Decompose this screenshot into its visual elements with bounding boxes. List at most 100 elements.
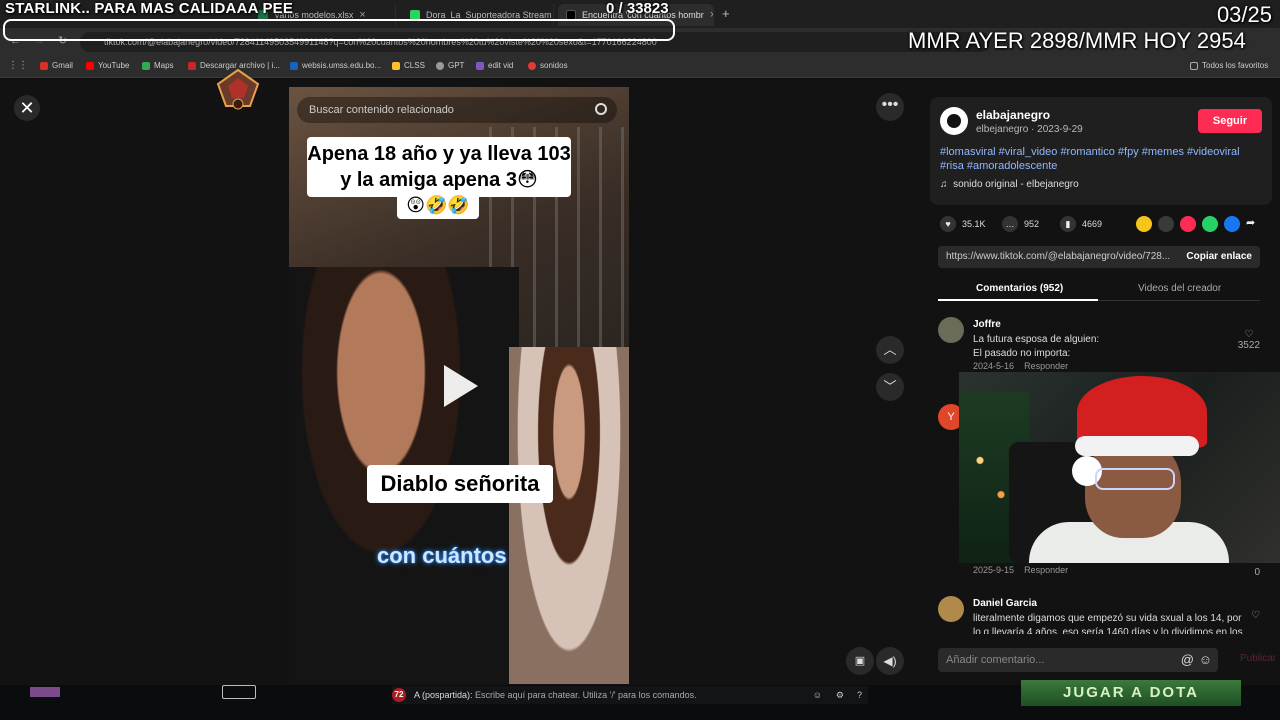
hero-portrait[interactable] — [30, 687, 60, 697]
heart-outline-icon[interactable]: ♡ — [1251, 610, 1260, 621]
comment-like-count: 0 — [1254, 567, 1260, 578]
share-icon[interactable]: ➦ — [1246, 216, 1255, 229]
search-icon[interactable] — [595, 103, 607, 115]
comment-text: La futura esposa de alguien: El pasado n… — [973, 334, 1100, 359]
comment-action[interactable]: … 952 — [1002, 216, 1039, 232]
hashtags[interactable]: #lomasviral #viral_video #romantico #fpy… — [940, 145, 1266, 173]
search-placeholder: Buscar contenido relacionado — [309, 104, 454, 116]
bookmark-edit-vid[interactable]: edit vid — [476, 61, 513, 70]
heart-icon[interactable]: ♥ — [940, 216, 956, 232]
overlay-frame — [3, 19, 675, 41]
copy-link-button[interactable]: Copiar enlace — [1186, 246, 1252, 268]
facebook-icon[interactable] — [1224, 216, 1240, 232]
like-action[interactable]: ♥ 35.1K — [940, 216, 986, 232]
play-icon[interactable] — [444, 365, 478, 407]
comment-icon[interactable]: … — [1002, 216, 1018, 232]
webcam-overlay — [959, 372, 1280, 563]
overlay-counter: 0 / 33823 — [606, 0, 669, 17]
sonidos-icon — [528, 61, 536, 70]
comment-item: 2025-9-15 Responder 0 — [938, 563, 1268, 583]
commenter-avatar[interactable] — [938, 317, 964, 343]
video-link[interactable]: https://www.tiktok.com/@elabajanegro/vid… — [946, 251, 1170, 262]
tab-comments[interactable]: Comentarios (952) — [976, 283, 1063, 294]
avatar[interactable] — [940, 107, 968, 135]
publish-button[interactable]: Publicar — [1240, 653, 1276, 664]
bookmark-label: Maps — [154, 61, 174, 70]
bookmarks-bar: ⋮⋮ Gmail YouTube Maps Descargar archivo … — [0, 56, 1280, 78]
heart-outline-icon[interactable]: ♡ — [1238, 329, 1260, 340]
save-action[interactable]: ▮ 4669 — [1060, 216, 1102, 232]
game-chat-input[interactable]: 72 A (pospartida): Escribe aquí para cha… — [392, 686, 868, 704]
clss-icon — [392, 61, 400, 70]
tab-creator-videos[interactable]: Videos del creador — [1138, 283, 1221, 294]
coin-icon[interactable] — [1136, 216, 1152, 232]
next-video-button[interactable]: ﹀ — [876, 373, 904, 401]
settings-icon[interactable]: ⚙ — [836, 686, 844, 704]
mention-icon[interactable]: @ — [1181, 648, 1194, 672]
video-caption-top: Apena 18 año y ya lleva 103 y la amiga a… — [307, 137, 571, 197]
author-username[interactable]: elabajanegro — [976, 108, 1050, 122]
tab-underline — [938, 299, 1098, 301]
close-video-button[interactable]: ✕ — [14, 95, 40, 121]
play-dota-button[interactable]: JUGAR A DOTA — [1021, 680, 1241, 706]
websis-icon — [290, 61, 298, 70]
bookmark-label: CLSS — [404, 61, 425, 70]
sound-link[interactable]: ♫ sonido original - elbejanegro — [940, 179, 1079, 190]
reply-button[interactable]: Responder — [1024, 565, 1068, 575]
all-bookmarks[interactable]: Todos los favoritos — [1190, 61, 1268, 70]
video-caption-emoji: 😲🤣🤣 — [397, 191, 479, 219]
commenter-name[interactable]: Daniel Garcia — [973, 598, 1037, 609]
volume-icon[interactable]: ◀) — [876, 647, 904, 675]
comment-like-count: 3522 — [1237, 340, 1260, 351]
gpt-icon — [436, 61, 444, 70]
bookmark-icon[interactable]: ▮ — [1060, 216, 1076, 232]
video-caption-middle: Diablo señorita — [367, 465, 553, 503]
save-count: 4669 — [1082, 219, 1103, 229]
close-tab-icon[interactable]: × — [710, 9, 713, 21]
bookmark-clss[interactable]: CLSS — [392, 61, 425, 70]
sound-label: sonido original - elbejanegro — [953, 179, 1079, 190]
follow-button[interactable]: Seguir — [1198, 109, 1262, 133]
youtube-icon — [86, 61, 94, 70]
video-player[interactable]: Buscar contenido relacionado Apena 18 añ… — [289, 87, 629, 684]
miniplayer-icon[interactable]: ▣ — [846, 647, 874, 675]
related-search-input[interactable]: Buscar contenido relacionado — [297, 97, 617, 123]
emoji-icon[interactable]: ☺ — [1199, 648, 1212, 672]
commenter-name[interactable]: Joffre — [973, 319, 1001, 330]
maps-icon — [142, 61, 150, 70]
gmail-icon — [40, 61, 48, 70]
bookmark-websis[interactable]: websis.umss.edu.bo... — [290, 61, 381, 70]
comment-input[interactable]: Añadir comentario... @ ☺ — [938, 648, 1218, 672]
author-card: elabajanegro elbejanegro · 2023-9-29 Seg… — [930, 97, 1272, 205]
comment-like[interactable]: ♡ 3522 — [1238, 329, 1260, 351]
minimap-toggle[interactable] — [222, 685, 256, 699]
emoji-icon[interactable]: ☺ — [813, 686, 822, 704]
whatsapp-icon[interactable] — [1202, 216, 1218, 232]
apps-grid-icon[interactable]: ⋮⋮ — [8, 60, 28, 71]
link-row: https://www.tiktok.com/@elabajanegro/vid… — [938, 246, 1260, 268]
santa-hat-band — [1075, 436, 1199, 456]
previous-video-button[interactable]: ︿ — [876, 336, 904, 364]
bookmark-gpt[interactable]: GPT — [436, 61, 464, 70]
bookmark-label: Gmail — [52, 61, 73, 70]
embed-icon[interactable] — [1158, 216, 1174, 232]
new-tab-icon[interactable]: + — [722, 6, 730, 21]
author-subline: elbejanegro · 2023-9-29 — [976, 124, 1083, 135]
comment-meta: 2024-5-16 Responder — [973, 361, 1068, 371]
bookmark-label: websis.umss.edu.bo... — [302, 61, 382, 70]
download-icon — [188, 61, 196, 70]
bookmark-maps[interactable]: Maps — [142, 61, 174, 70]
bookmark-youtube[interactable]: YouTube — [86, 61, 129, 70]
more-options-button[interactable]: ••• — [876, 93, 904, 121]
help-icon[interactable]: ? — [857, 686, 862, 704]
commenter-avatar[interactable] — [938, 596, 964, 622]
repost-icon[interactable] — [1180, 216, 1196, 232]
overlay-mmr: MMR AYER 2898/MMR HOY 2954 — [908, 28, 1246, 53]
player-level-badge: 72 — [392, 688, 406, 702]
bookmark-label: edit vid — [488, 61, 514, 70]
chat-placeholder: Escribe aquí para chatear. Utiliza '/' p… — [475, 690, 697, 700]
comment-placeholder: Añadir comentario... — [946, 654, 1045, 666]
bookmark-gmail[interactable]: Gmail — [40, 61, 73, 70]
bookmark-sonidos[interactable]: sonidos — [528, 61, 568, 70]
reply-button[interactable]: Responder — [1024, 361, 1068, 371]
